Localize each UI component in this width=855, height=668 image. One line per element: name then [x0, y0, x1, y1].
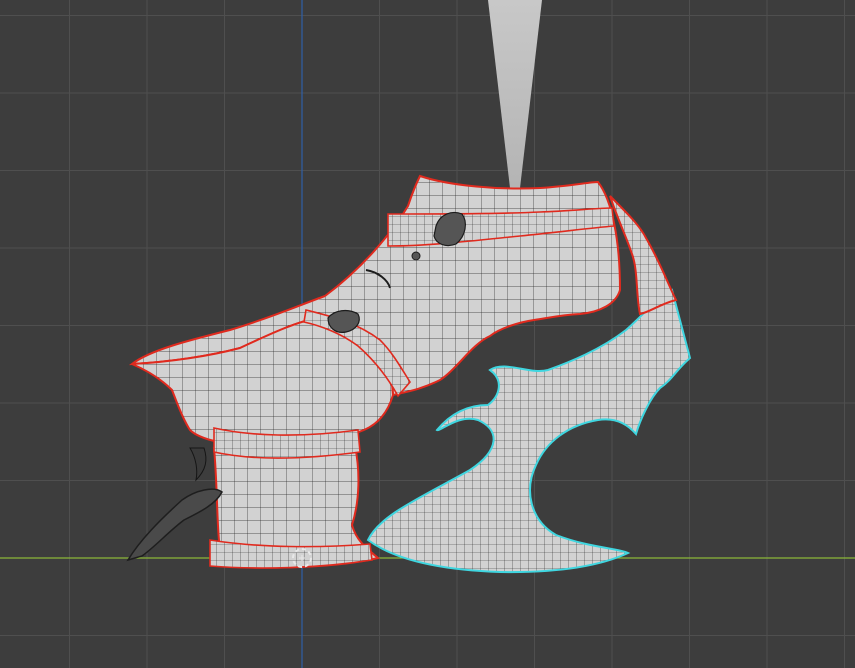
heel-spur-mesh[interactable] [126, 488, 223, 562]
rivet [411, 251, 421, 261]
heel-fin-mesh[interactable] [609, 195, 678, 316]
3d-viewport[interactable] [0, 0, 855, 668]
shoe-mesh[interactable] [126, 174, 692, 574]
fang-detail [189, 447, 207, 482]
light-beam [488, 0, 542, 188]
